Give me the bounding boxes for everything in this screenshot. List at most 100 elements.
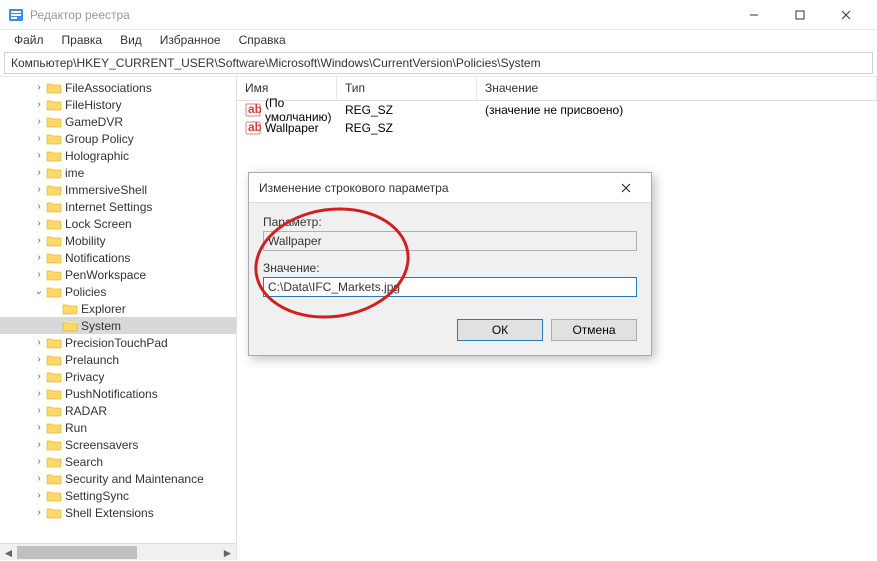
chevron-right-icon[interactable]: › [32, 82, 46, 93]
chevron-right-icon[interactable]: › [32, 337, 46, 348]
folder-icon [46, 149, 62, 163]
minimize-button[interactable] [731, 0, 777, 30]
tree-label: GameDVR [65, 115, 123, 129]
chevron-right-icon[interactable]: › [32, 439, 46, 450]
chevron-down-icon[interactable]: ⌄ [32, 286, 46, 297]
chevron-right-icon[interactable]: › [32, 184, 46, 195]
tree-item-notifications[interactable]: ›Notifications [0, 249, 236, 266]
dialog-titlebar[interactable]: Изменение строкового параметра [249, 173, 651, 203]
folder-icon [46, 98, 62, 112]
tree-item-penworkspace[interactable]: ›PenWorkspace [0, 266, 236, 283]
scroll-track[interactable] [17, 544, 219, 560]
tree-label: FileAssociations [65, 81, 152, 95]
folder-icon [46, 438, 62, 452]
chevron-right-icon[interactable]: › [32, 490, 46, 501]
col-value[interactable]: Значение [477, 77, 877, 100]
chevron-right-icon[interactable]: › [32, 269, 46, 280]
chevron-right-icon[interactable]: › [32, 388, 46, 399]
tree-scrollbar-h[interactable]: ◄ ► [0, 543, 236, 560]
chevron-right-icon[interactable]: › [32, 167, 46, 178]
tree-label: Prelaunch [65, 353, 119, 367]
menu-favorites[interactable]: Избранное [152, 31, 229, 49]
tree-item-settingsync[interactable]: › SettingSync [0, 487, 236, 504]
tree-item-search[interactable]: ›Search [0, 453, 236, 470]
tree-item-system[interactable]: System [0, 317, 236, 334]
menu-file[interactable]: Файл [6, 31, 52, 49]
tree-label: PrecisionTouchPad [65, 336, 168, 350]
dialog-body: Параметр: Значение: [249, 203, 651, 309]
folder-icon [46, 455, 62, 469]
window-title: Редактор реестра [30, 8, 731, 22]
list-body: ab(По умолчанию)REG_SZ(значение не присв… [237, 101, 877, 137]
folder-icon [46, 506, 62, 520]
tree-item-mobility[interactable]: ›Mobility [0, 232, 236, 249]
chevron-right-icon[interactable]: › [32, 354, 46, 365]
tree-item-lock-screen[interactable]: › Lock Screen [0, 215, 236, 232]
close-button[interactable] [823, 0, 869, 30]
folder-icon [46, 115, 62, 129]
chevron-right-icon[interactable]: › [32, 235, 46, 246]
tree-item-radar[interactable]: ›RADAR [0, 402, 236, 419]
scroll-right-icon[interactable]: ► [219, 544, 236, 560]
tree-label: Run [65, 421, 87, 435]
tree-label: Security and Maintenance [65, 472, 204, 486]
menu-view[interactable]: Вид [112, 31, 150, 49]
folder-icon [46, 234, 62, 248]
scroll-thumb[interactable] [17, 546, 137, 559]
chevron-right-icon[interactable]: › [32, 218, 46, 229]
tree-item-screensavers[interactable]: › Screensavers [0, 436, 236, 453]
chevron-right-icon[interactable]: › [32, 473, 46, 484]
tree-label: Screensavers [65, 438, 138, 452]
folder-icon [46, 421, 62, 435]
tree-pane[interactable]: › FileAssociations › FileHistory › GameDVR›Gr… [0, 77, 237, 560]
maximize-button[interactable] [777, 0, 823, 30]
tree-item-run[interactable]: › Run [0, 419, 236, 436]
chevron-right-icon[interactable]: › [32, 201, 46, 212]
chevron-right-icon[interactable]: › [32, 456, 46, 467]
chevron-right-icon[interactable]: › [32, 116, 46, 127]
tree-item-holographic[interactable]: ›Holographic [0, 147, 236, 164]
param-label: Параметр: [263, 215, 637, 229]
tree-item-policies[interactable]: ⌄Policies [0, 283, 236, 300]
tree-item-security-and-maintenance[interactable]: › Security and Maintenance [0, 470, 236, 487]
address-bar[interactable]: Компьютер\HKEY_CURRENT_USER\Software\Mic… [4, 52, 873, 74]
tree-item-privacy[interactable]: ›Privacy [0, 368, 236, 385]
cell-name: abWallpaper [237, 119, 337, 137]
cancel-button[interactable]: Отмена [551, 319, 637, 341]
folder-icon [46, 217, 62, 231]
tree-item-shell-extensions[interactable]: ›Shell Extensions [0, 504, 236, 521]
chevron-right-icon[interactable]: › [32, 252, 46, 263]
chevron-right-icon[interactable]: › [32, 422, 46, 433]
tree-label: FileHistory [65, 98, 122, 112]
col-type[interactable]: Тип [337, 77, 477, 100]
scroll-left-icon[interactable]: ◄ [0, 544, 17, 560]
chevron-right-icon[interactable]: › [32, 133, 46, 144]
chevron-right-icon[interactable]: › [32, 371, 46, 382]
dialog-close-button[interactable] [611, 173, 641, 203]
list-row[interactable]: ab(По умолчанию)REG_SZ(значение не присв… [237, 101, 877, 119]
tree-item-ime[interactable]: ›ime [0, 164, 236, 181]
menu-edit[interactable]: Правка [54, 31, 111, 49]
tree-label: Lock Screen [65, 217, 132, 231]
tree-item-internet-settings[interactable]: ›Internet Settings [0, 198, 236, 215]
chevron-right-icon[interactable]: › [32, 405, 46, 416]
tree-item-pushnotifications[interactable]: ›PushNotifications [0, 385, 236, 402]
tree-item-immersiveshell[interactable]: ›ImmersiveShell [0, 181, 236, 198]
tree-item-gamedvr[interactable]: › GameDVR [0, 113, 236, 130]
tree-label: SettingSync [65, 489, 129, 503]
tree-item-explorer[interactable]: Explorer [0, 300, 236, 317]
tree-item-fileassociations[interactable]: › FileAssociations [0, 79, 236, 96]
titlebar[interactable]: Редактор реестра [0, 0, 877, 30]
value-label: Значение: [263, 261, 637, 275]
list-row[interactable]: abWallpaperREG_SZ [237, 119, 877, 137]
chevron-right-icon[interactable]: › [32, 507, 46, 518]
value-field[interactable] [263, 277, 637, 297]
tree-item-prelaunch[interactable]: › Prelaunch [0, 351, 236, 368]
tree-item-group-policy[interactable]: ›Group Policy [0, 130, 236, 147]
tree-item-filehistory[interactable]: › FileHistory [0, 96, 236, 113]
chevron-right-icon[interactable]: › [32, 99, 46, 110]
ok-button[interactable]: ОК [457, 319, 543, 341]
chevron-right-icon[interactable]: › [32, 150, 46, 161]
tree-item-precisiontouchpad[interactable]: › PrecisionTouchPad [0, 334, 236, 351]
menu-help[interactable]: Справка [231, 31, 294, 49]
